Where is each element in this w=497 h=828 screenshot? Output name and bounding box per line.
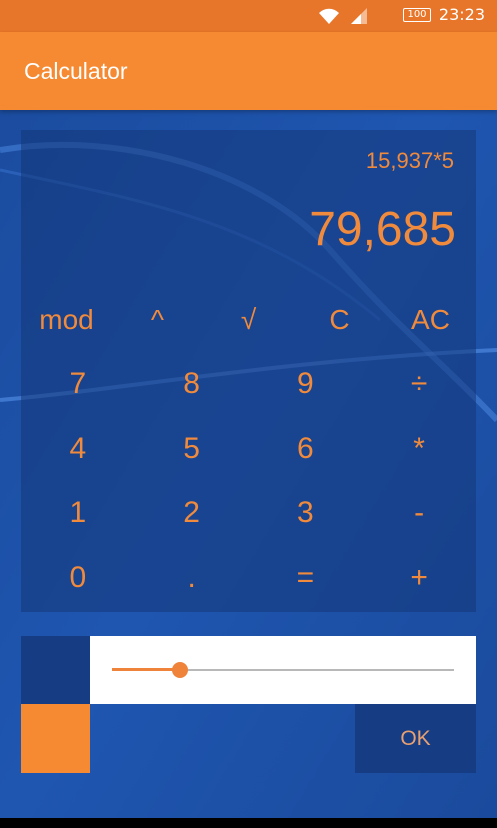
all-clear-button[interactable]: AC [385,290,476,350]
key-1[interactable]: 1 [21,481,135,546]
equals-button[interactable]: = [249,546,363,611]
multiply-button[interactable]: * [362,417,476,482]
slider-fill [112,668,181,671]
ok-button[interactable]: OK [355,704,476,773]
add-button[interactable]: + [362,546,476,611]
clear-button[interactable]: C [294,290,385,350]
bottom-bar [0,818,497,828]
color-swatch-orange[interactable] [21,704,90,773]
sqrt-button[interactable]: √ [203,290,294,350]
key-2[interactable]: 2 [135,481,249,546]
battery-icon: 100 [403,8,431,22]
key-7[interactable]: 7 [21,352,135,417]
expression-display: 15,937*5 [365,148,454,173]
key-4[interactable]: 4 [21,417,135,482]
status-bar: 100 23:23 [0,0,497,32]
power-button[interactable]: ^ [112,290,203,350]
key-6[interactable]: 6 [249,417,363,482]
app-bar: Calculator [0,32,497,110]
app-title: Calculator [24,58,128,84]
subtract-button[interactable]: - [362,481,476,546]
calculator-panel: 15,937*5 79,685 mod ^ √ C AC 7 8 9 ÷ 4 5… [21,130,476,612]
key-9[interactable]: 9 [249,352,363,417]
divide-button[interactable]: ÷ [362,352,476,417]
slider-thumb[interactable] [172,662,189,678]
key-8[interactable]: 8 [135,352,249,417]
decimal-button[interactable]: . [135,546,249,611]
signal-icon [351,8,367,24]
key-3[interactable]: 3 [249,481,363,546]
function-row: mod ^ √ C AC [21,290,476,350]
wifi-icon [319,8,339,24]
key-5[interactable]: 5 [135,417,249,482]
keypad: 7 8 9 ÷ 4 5 6 * 1 2 3 - 0 . = + [21,352,476,610]
color-swatch-dark[interactable] [21,636,90,704]
result-display: 79,685 [309,203,456,256]
slider-panel [90,636,476,704]
mod-button[interactable]: mod [21,290,112,350]
status-time: 23:23 [438,5,485,24]
key-0[interactable]: 0 [21,546,135,611]
